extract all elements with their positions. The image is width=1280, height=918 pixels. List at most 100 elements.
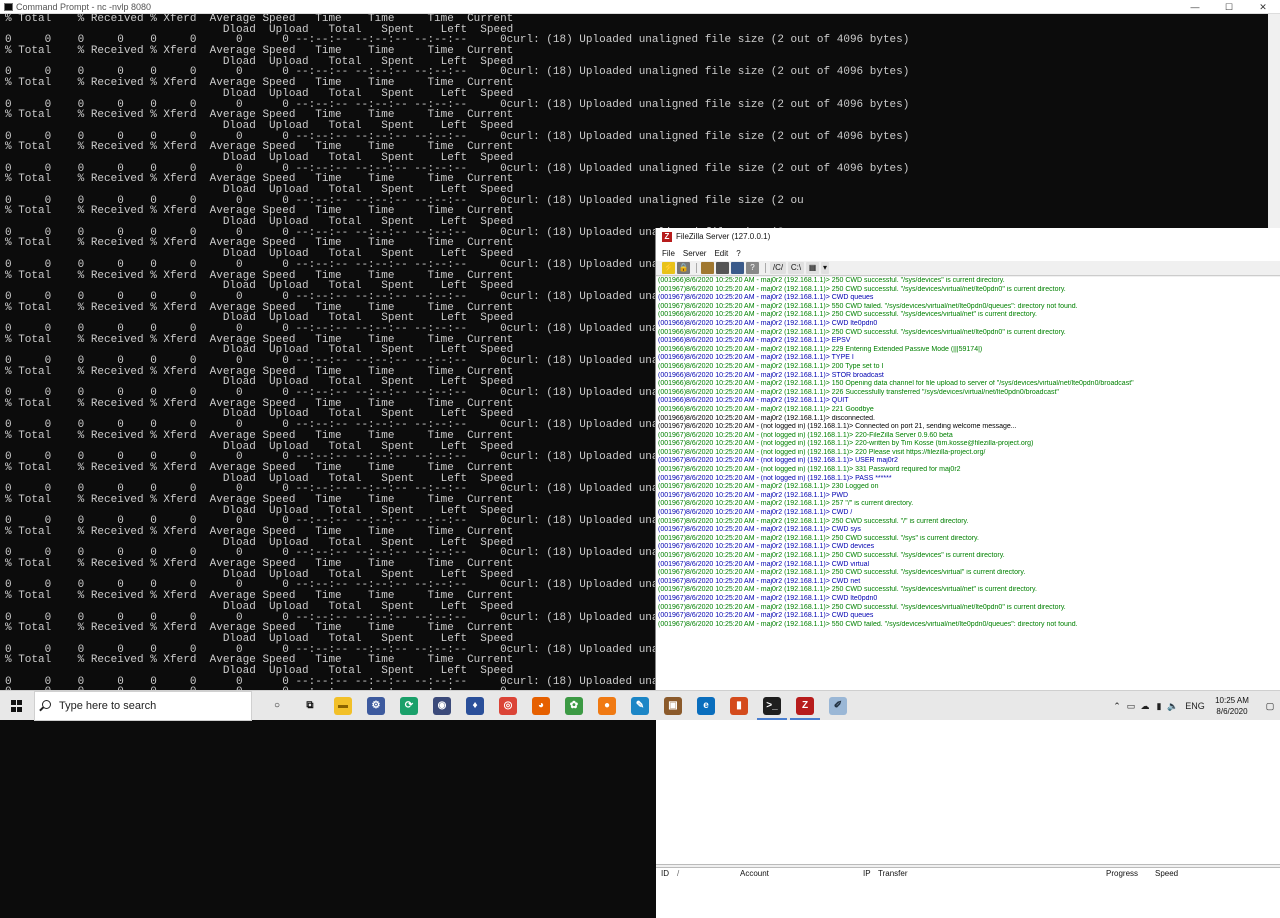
column-account[interactable]: Account bbox=[740, 868, 769, 880]
log-line: (001966)8/6/2020 10:25:20 AM - maj0r2 (1… bbox=[658, 354, 854, 362]
taskbar: Type here to search ○ ⧉ ▬ ⚙ ⟳ ◉ ♦ ◎ ◕ ✿ ● ✎ ▣ e ▮ >_ Z ✐ … bbox=[0, 690, 1280, 721]
column-speed[interactable]: Speed bbox=[1155, 868, 1178, 880]
paint-icon[interactable]: ✎ bbox=[631, 697, 649, 715]
toolbar-separator bbox=[765, 263, 766, 273]
onedrive-icon[interactable]: ☁ bbox=[1138, 691, 1152, 721]
settings-tool-icon[interactable]: ⚙ bbox=[367, 697, 385, 715]
log-line: (001967)8/6/2020 10:25:20 AM - (not logg… bbox=[658, 457, 898, 465]
log-line: (001967)8/6/2020 10:25:20 AM - maj0r2 (1… bbox=[658, 612, 874, 620]
curl-subheader-line: Dload Upload Total Spent Left Speed bbox=[5, 119, 514, 132]
photos-icon[interactable]: ✿ bbox=[565, 697, 583, 715]
log-line: (001967)8/6/2020 10:25:20 AM - (not logg… bbox=[658, 431, 953, 439]
column-transfer[interactable]: Transfer bbox=[878, 868, 908, 880]
sessions-list-header: ID / Account IP Transfer Progress Speed bbox=[656, 868, 1280, 880]
windows-logo-icon bbox=[11, 700, 23, 712]
log-line: (001966)8/6/2020 10:25:20 AM - maj0r2 (1… bbox=[658, 277, 1005, 284]
menu-help[interactable]: ? bbox=[734, 246, 746, 261]
curl-subheader-line: Dload Upload Total Spent Left Speed bbox=[5, 87, 514, 100]
log-line: (001967)8/6/2020 10:25:20 AM - maj0r2 (1… bbox=[658, 543, 875, 551]
log-line: (001967)8/6/2020 10:25:20 AM - maj0r2 (1… bbox=[658, 285, 1066, 293]
filezilla-toolbar: ⚡ 🔒 ? /C/ C:\ ▦ ▾ bbox=[656, 261, 1280, 276]
battery-icon[interactable]: ▮ bbox=[1152, 691, 1166, 721]
chevron-up-icon[interactable]: ⌃ bbox=[1110, 691, 1124, 721]
connect-icon[interactable]: ⚡ bbox=[662, 262, 675, 274]
search-placeholder: Type here to search bbox=[59, 700, 157, 712]
users-icon[interactable] bbox=[701, 262, 714, 274]
windows-path-icon[interactable]: C:\ bbox=[788, 262, 804, 274]
log-line: (001966)8/6/2020 10:25:20 AM - maj0r2 (1… bbox=[658, 345, 983, 353]
network-icon[interactable]: ▭ bbox=[1124, 691, 1138, 721]
clock-date: 8/6/2020 bbox=[1216, 707, 1248, 716]
media-icon[interactable]: ▣ bbox=[664, 697, 682, 715]
log-line: (001967)8/6/2020 10:25:20 AM - maj0r2 (1… bbox=[658, 603, 1066, 611]
firefox-icon[interactable]: ◕ bbox=[532, 697, 550, 715]
notifications-icon[interactable]: ▢ bbox=[1262, 691, 1278, 721]
filezilla-icon[interactable]: Z bbox=[790, 697, 820, 720]
column-ip[interactable]: IP bbox=[863, 868, 871, 880]
log-line: (001967)8/6/2020 10:25:20 AM - maj0r2 (1… bbox=[658, 302, 1078, 310]
cmd-titlebar[interactable]: Command Prompt - nc -nvlp 8080 — ☐ ✕ bbox=[0, 0, 1280, 14]
log-line: (001967)8/6/2020 10:25:20 AM - maj0r2 (1… bbox=[658, 577, 861, 585]
sync-app-icon[interactable]: ⟳ bbox=[400, 697, 418, 715]
cortana-icon[interactable]: ○ bbox=[268, 697, 286, 715]
server-log[interactable]: (001966)8/6/2020 10:25:20 AM - maj0r2 (1… bbox=[656, 277, 1280, 864]
notes-icon[interactable]: ✐ bbox=[829, 697, 847, 715]
file-explorer-icon[interactable]: ▬ bbox=[334, 697, 352, 715]
language-indicator[interactable]: ENG bbox=[1182, 691, 1208, 721]
log-line: (001967)8/6/2020 10:25:20 AM - maj0r2 (1… bbox=[658, 586, 1037, 594]
lock-icon[interactable]: 🔒 bbox=[677, 262, 690, 274]
filezilla-menubar: File Server Edit ? bbox=[656, 246, 1280, 261]
log-line: (001967)8/6/2020 10:25:20 AM - maj0r2 (1… bbox=[658, 483, 879, 491]
edge-icon[interactable]: e bbox=[697, 697, 715, 715]
minimize-button[interactable]: — bbox=[1178, 0, 1212, 14]
office-icon[interactable]: ▮ bbox=[730, 697, 748, 715]
groups-icon[interactable] bbox=[716, 262, 729, 274]
taskbar-search[interactable]: Type here to search bbox=[34, 691, 252, 721]
log-line: (001967)8/6/2020 10:25:20 AM - (not logg… bbox=[658, 466, 961, 474]
vpn-icon[interactable]: ◉ bbox=[433, 697, 451, 715]
chrome-icon[interactable]: ◎ bbox=[499, 697, 517, 715]
log-line: (001967)8/6/2020 10:25:20 AM - maj0r2 (1… bbox=[658, 491, 849, 499]
log-line: (001967)8/6/2020 10:25:20 AM - maj0r2 (1… bbox=[658, 294, 874, 302]
menu-server[interactable]: Server bbox=[681, 246, 713, 261]
maximize-button[interactable]: ☐ bbox=[1212, 0, 1246, 14]
close-button[interactable]: ✕ bbox=[1246, 0, 1280, 14]
app-icon[interactable]: ♦ bbox=[466, 697, 484, 715]
menu-edit[interactable]: Edit bbox=[712, 246, 734, 261]
column-id[interactable]: ID bbox=[661, 868, 669, 880]
menu-file[interactable]: File bbox=[660, 246, 681, 261]
sessions-list[interactable] bbox=[656, 880, 1280, 918]
filezilla-titlebar[interactable]: Z FileZilla Server (127.0.0.1) bbox=[656, 228, 1280, 246]
chevron-down-icon[interactable]: ▾ bbox=[821, 262, 829, 274]
start-button[interactable] bbox=[0, 691, 34, 721]
log-line: (001967)8/6/2020 10:25:20 AM - maj0r2 (1… bbox=[658, 534, 979, 542]
terminal-icon[interactable]: >_ bbox=[757, 697, 787, 720]
clock[interactable]: 10:25 AM 8/6/2020 bbox=[1208, 695, 1256, 717]
log-line: (001967)8/6/2020 10:25:20 AM - maj0r2 (1… bbox=[658, 620, 1078, 628]
log-line: (001967)8/6/2020 10:25:20 AM - (not logg… bbox=[658, 474, 892, 482]
log-line: (001966)8/6/2020 10:25:20 AM - maj0r2 (1… bbox=[658, 388, 1059, 396]
log-line: (001966)8/6/2020 10:25:20 AM - maj0r2 (1… bbox=[658, 405, 874, 413]
log-line: (001966)8/6/2020 10:25:20 AM - maj0r2 (1… bbox=[658, 371, 884, 379]
filezilla-window[interactable]: Z FileZilla Server (127.0.0.1) File Serv… bbox=[655, 228, 1280, 918]
log-line: (001967)8/6/2020 10:25:20 AM - (not logg… bbox=[658, 440, 1034, 448]
log-line: (001967)8/6/2020 10:25:20 AM - maj0r2 (1… bbox=[658, 526, 861, 534]
log-line: (001966)8/6/2020 10:25:20 AM - maj0r2 (1… bbox=[658, 319, 878, 327]
log-line: (001967)8/6/2020 10:25:20 AM - maj0r2 (1… bbox=[658, 500, 914, 508]
sort-indicator-icon: / bbox=[677, 869, 680, 878]
help-icon[interactable]: ? bbox=[746, 262, 759, 274]
settings-icon[interactable] bbox=[731, 262, 744, 274]
log-line: (001967)8/6/2020 10:25:20 AM - maj0r2 (1… bbox=[658, 517, 969, 525]
column-progress[interactable]: Progress bbox=[1106, 868, 1138, 880]
log-line: (001967)8/6/2020 10:25:20 AM - maj0r2 (1… bbox=[658, 509, 853, 517]
task-view-icon[interactable]: ⧉ bbox=[301, 697, 319, 715]
volume-icon[interactable]: 🔈 bbox=[1166, 691, 1180, 721]
log-line: (001967)8/6/2020 10:25:20 AM - (not logg… bbox=[658, 448, 986, 456]
log-line: (001967)8/6/2020 10:25:20 AM - maj0r2 (1… bbox=[658, 569, 1026, 577]
view-icon[interactable]: ▦ bbox=[806, 262, 819, 274]
burp-icon[interactable]: ● bbox=[598, 697, 616, 715]
log-line: (001966)8/6/2020 10:25:20 AM - maj0r2 (1… bbox=[658, 397, 849, 405]
unix-path-icon[interactable]: /C/ bbox=[770, 262, 786, 274]
log-line: (001967)8/6/2020 10:25:20 AM - maj0r2 (1… bbox=[658, 594, 878, 602]
log-line: (001966)8/6/2020 10:25:20 AM - maj0r2 (1… bbox=[658, 380, 1134, 388]
